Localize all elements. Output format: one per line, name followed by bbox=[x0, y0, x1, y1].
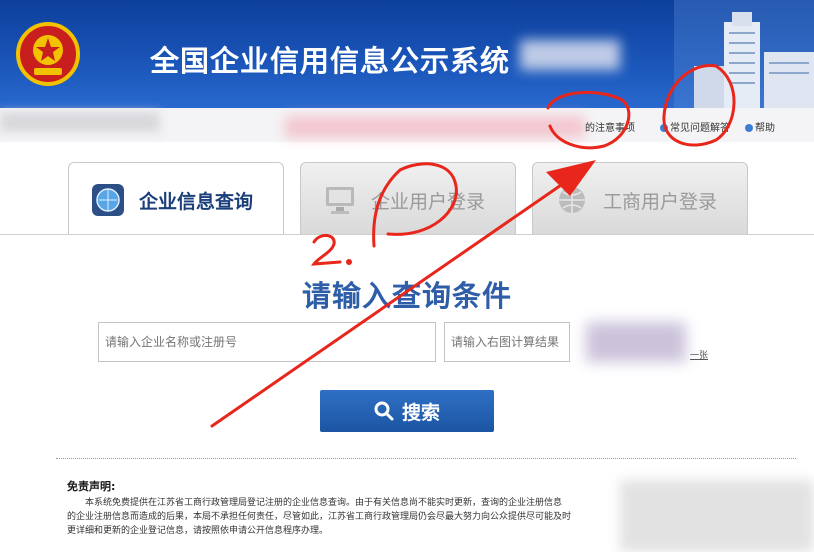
annotation-overlay bbox=[210, 64, 736, 428]
annotation-arrow-shaft bbox=[210, 170, 582, 428]
annotation-circle bbox=[546, 90, 631, 150]
annotation-number-2 bbox=[311, 234, 342, 266]
annotation-circle bbox=[662, 64, 736, 147]
annotation-circle bbox=[372, 162, 458, 248]
